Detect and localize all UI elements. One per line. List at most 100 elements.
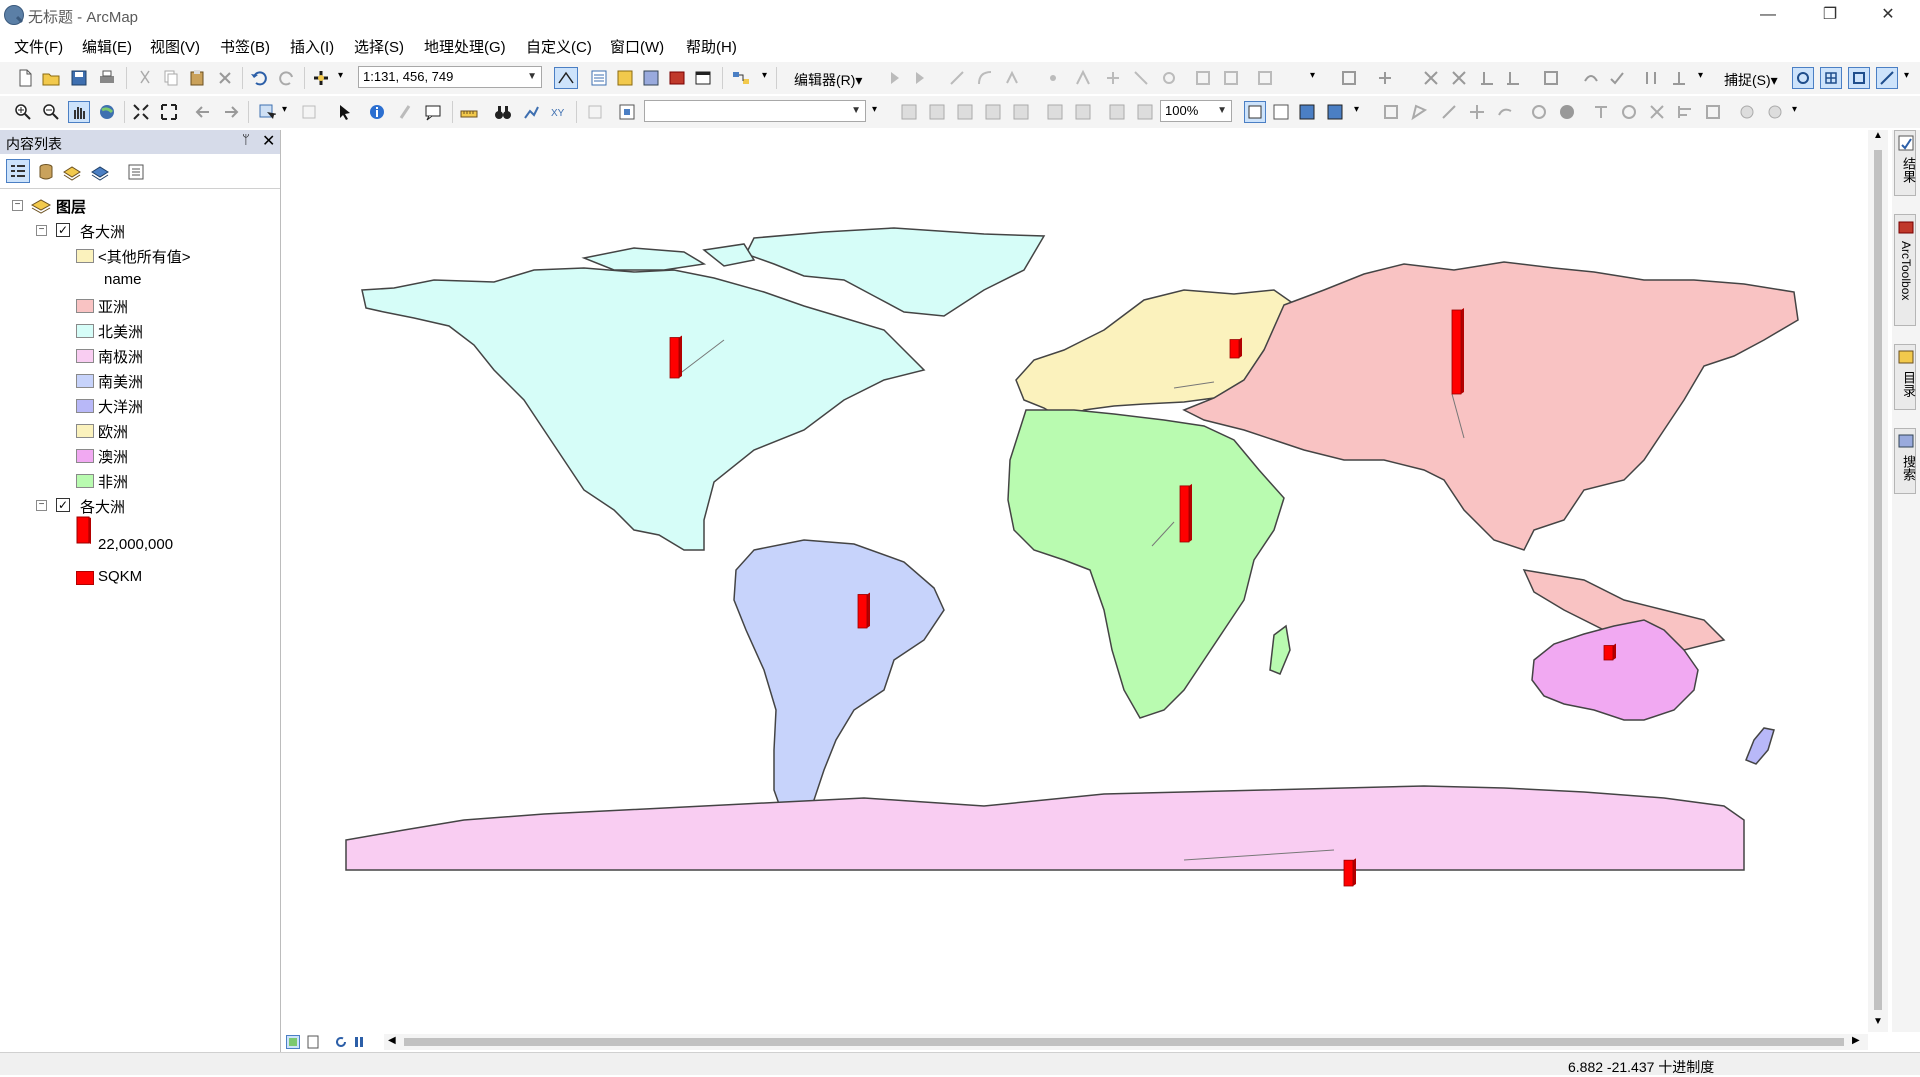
python-window-icon[interactable] xyxy=(694,69,712,87)
toc-options-icon[interactable] xyxy=(126,162,146,182)
layout-view-icon[interactable] xyxy=(306,1035,320,1049)
fixed-zoom-out-icon[interactable] xyxy=(160,103,178,121)
georeferencing-icon[interactable] xyxy=(1376,69,1394,87)
edit-vertices-icon[interactable] xyxy=(1074,69,1092,87)
new-document-icon[interactable] xyxy=(16,69,34,87)
save-icon[interactable] xyxy=(70,69,88,87)
chart-bar-北美洲[interactable] xyxy=(669,335,682,379)
copy-icon[interactable] xyxy=(162,69,180,87)
validate-features-icon[interactable] xyxy=(1608,69,1626,87)
chart-bar-亚洲[interactable] xyxy=(1451,308,1464,395)
draw-polygon-icon[interactable] xyxy=(1410,103,1428,121)
delete-icon[interactable] xyxy=(216,69,234,87)
toggle-draft-mode-icon[interactable] xyxy=(1244,101,1266,123)
go-forward-icon[interactable] xyxy=(222,103,240,121)
edge-snapping-icon[interactable] xyxy=(1876,67,1898,89)
close-panel-icon[interactable]: ✕ xyxy=(262,131,275,151)
data-view-icon[interactable] xyxy=(286,1035,300,1049)
pan-hand-icon[interactable] xyxy=(68,101,90,123)
spatial-adjustment-icon[interactable] xyxy=(1422,69,1440,87)
align-objects-icon[interactable] xyxy=(1676,103,1694,121)
end-point-arc-icon[interactable] xyxy=(976,69,994,87)
menu-bookmarks[interactable]: 书签(B) xyxy=(220,36,270,57)
distribute-objects-icon[interactable] xyxy=(1704,103,1722,121)
menu-insert[interactable]: 插入(I) xyxy=(290,36,334,57)
layout-pan-icon[interactable] xyxy=(956,103,974,121)
layer-visibility-checkbox[interactable]: ✓ xyxy=(56,223,70,237)
chart-bar-南美洲[interactable] xyxy=(857,592,870,629)
dock-tab-catalog[interactable]: 目录 xyxy=(1894,344,1916,410)
straight-segment-icon[interactable] xyxy=(948,69,966,87)
paste-icon[interactable] xyxy=(188,69,206,87)
continent-africa[interactable] xyxy=(1007,409,1285,719)
fixed-zoom-in-layout-icon[interactable] xyxy=(1046,103,1064,121)
model-builder-icon[interactable] xyxy=(732,69,750,87)
horizontal-scrollbar[interactable]: ◀ ▶ xyxy=(384,1034,1868,1050)
chart-bar-非洲[interactable] xyxy=(1179,483,1192,543)
toolbar-overflow-icon[interactable]: ▾ xyxy=(1354,104,1359,115)
cut-polygons-icon[interactable] xyxy=(1132,69,1150,87)
layer-selector-combo[interactable]: ▼ xyxy=(644,100,866,122)
maximize-button[interactable]: ❐ xyxy=(1808,2,1852,28)
data-driven-pages-icon[interactable] xyxy=(1326,103,1344,121)
mirror-icon[interactable] xyxy=(1648,103,1666,121)
vertex-snapping-icon[interactable] xyxy=(1848,67,1870,89)
identify-icon[interactable] xyxy=(368,103,386,121)
menu-help[interactable]: 帮助(H) xyxy=(686,36,737,57)
end-snapping-icon[interactable] xyxy=(1820,67,1842,89)
snapping-menu[interactable]: 捕捉(S)▾ xyxy=(1724,70,1778,90)
time-slider-icon[interactable] xyxy=(586,103,604,121)
html-popup-icon[interactable] xyxy=(424,103,442,121)
undo-icon[interactable] xyxy=(250,69,268,87)
measure-icon[interactable] xyxy=(460,103,478,121)
toolbar-overflow-icon[interactable]: ▾ xyxy=(1904,70,1909,81)
zoom-100-icon[interactable] xyxy=(1012,103,1030,121)
edit-annotation-icon[interactable] xyxy=(912,69,930,87)
print-icon[interactable] xyxy=(98,69,116,87)
select-dropdown-icon[interactable]: ▾ xyxy=(282,104,287,115)
pause-drawing-icon[interactable] xyxy=(352,1035,366,1049)
chevron-down-icon[interactable]: ▼ xyxy=(527,67,537,87)
vertical-scroll-thumb[interactable] xyxy=(1874,150,1882,1010)
align-edge-icon[interactable] xyxy=(1478,69,1496,87)
edit-tool-icon[interactable] xyxy=(886,69,904,87)
menu-windows[interactable]: 窗口(W) xyxy=(610,36,664,57)
chart-bar-南极洲[interactable] xyxy=(1343,858,1356,887)
zoom-out-icon[interactable] xyxy=(42,103,60,121)
toolbar-overflow-icon[interactable]: ▾ xyxy=(1792,104,1797,115)
catalog-icon[interactable] xyxy=(616,69,634,87)
table-of-contents-icon[interactable] xyxy=(590,69,608,87)
rotate-icon[interactable] xyxy=(1620,103,1638,121)
split-tool-icon[interactable] xyxy=(1160,69,1178,87)
scroll-left-icon[interactable]: ◀ xyxy=(388,1035,396,1046)
go-forward-extent-icon[interactable] xyxy=(1136,103,1154,121)
point-tool-icon[interactable] xyxy=(1044,69,1062,87)
ungroup-icon[interactable] xyxy=(1766,103,1784,121)
create-viewer-window-icon[interactable] xyxy=(618,103,636,121)
draw-line-icon[interactable] xyxy=(1440,103,1458,121)
refresh-icon[interactable] xyxy=(334,1035,348,1049)
sketch-properties-icon[interactable] xyxy=(1222,69,1240,87)
layer-name[interactable]: 各大洲 xyxy=(80,496,125,517)
fixed-zoom-out-layout-icon[interactable] xyxy=(1074,103,1092,121)
shade-sphere-icon[interactable] xyxy=(1558,103,1576,121)
go-back-extent-icon[interactable] xyxy=(1108,103,1126,121)
add-data-icon[interactable] xyxy=(312,69,330,87)
dock-tab-search[interactable]: 搜索 xyxy=(1894,428,1916,494)
toolbar-overflow-icon[interactable]: ▾ xyxy=(762,70,767,81)
toolbar-overflow-icon[interactable]: ▾ xyxy=(1698,70,1703,81)
editor-menu[interactable]: 编辑器(R)▾ xyxy=(794,70,862,90)
close-window-button[interactable]: ✕ xyxy=(1866,2,1910,28)
toolbar-overflow-icon[interactable]: ▾ xyxy=(1310,70,1315,81)
go-to-xy-icon[interactable]: XY xyxy=(550,103,568,121)
trace-icon[interactable] xyxy=(1004,69,1022,87)
layout-zoom-out-icon[interactable] xyxy=(928,103,946,121)
menu-customize[interactable]: 自定义(C) xyxy=(526,36,592,57)
find-route-icon[interactable] xyxy=(522,103,540,121)
menu-file[interactable]: 文件(F) xyxy=(14,36,63,57)
continent-north-america[interactable] xyxy=(361,267,926,551)
perpendicular-icon[interactable] xyxy=(1670,69,1688,87)
advanced-editing-icon[interactable] xyxy=(1450,69,1468,87)
select-elements-arrow-icon[interactable] xyxy=(336,103,354,121)
fixed-zoom-in-icon[interactable] xyxy=(132,103,150,121)
